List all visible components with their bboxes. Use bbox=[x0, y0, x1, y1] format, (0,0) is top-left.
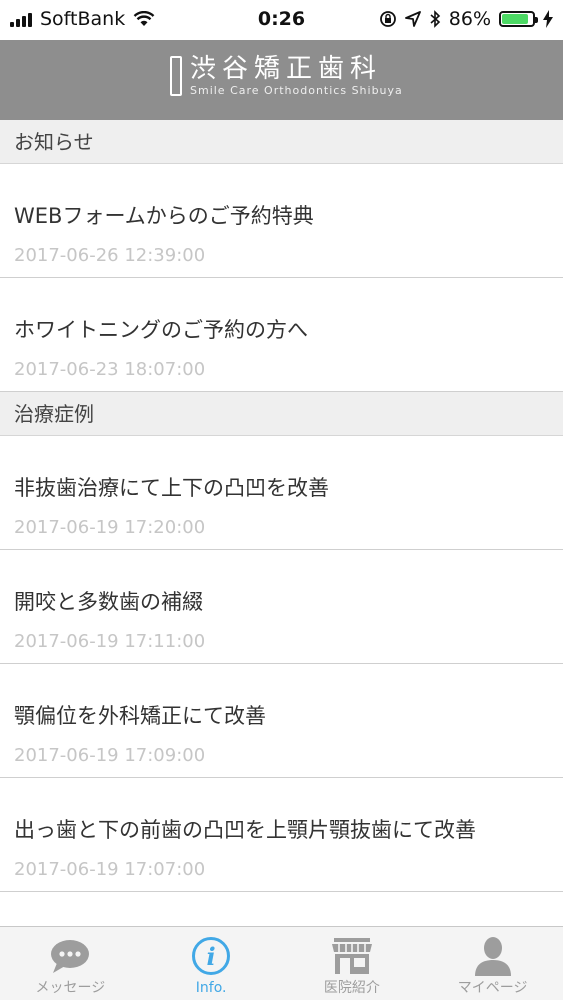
tab-label: マイページ bbox=[457, 980, 528, 996]
item-title: WEBフォームからのご予約特典 bbox=[14, 204, 314, 228]
status-right: 86% bbox=[379, 8, 553, 30]
tab-mypage[interactable]: マイページ bbox=[422, 927, 563, 1000]
battery-percent: 86% bbox=[448, 8, 491, 30]
info-icon: i bbox=[192, 937, 231, 975]
item-date: 2017-06-23 18:07:00 bbox=[14, 359, 206, 380]
item-date: 2017-06-19 17:07:00 bbox=[14, 859, 206, 880]
app-header: 渋谷矯正歯科 Smile Care Orthodontics Shibuya bbox=[0, 40, 563, 120]
svg-text:i: i bbox=[207, 942, 216, 971]
tab-bar: メッセージ i Info. 医院紹介 マイページ bbox=[0, 926, 563, 1000]
status-bar: SoftBank 0:26 86% bbox=[0, 0, 563, 40]
clinic-logo: 渋谷矯正歯科 Smile Care Orthodontics Shibuya bbox=[170, 54, 403, 98]
item-title: 出っ歯と下の前歯の凸凹を上顎片顎抜歯にて改善 bbox=[14, 818, 476, 842]
chat-bubble-icon bbox=[51, 940, 90, 973]
item-title: 開咬と多数歯の補綴 bbox=[14, 590, 203, 614]
info-list[interactable]: お知らせ WEBフォームからのご予約特典 2017-06-26 12:39:00… bbox=[0, 120, 563, 926]
tab-label: 医院紹介 bbox=[323, 980, 380, 996]
item-date: 2017-06-19 17:20:00 bbox=[14, 517, 206, 538]
item-date: 2017-06-26 12:39:00 bbox=[14, 245, 206, 266]
item-title: 非抜歯治療にて上下の凸凹を改善 bbox=[14, 476, 329, 500]
battery-icon bbox=[499, 11, 538, 27]
item-date: 2017-06-19 17:11:00 bbox=[14, 631, 206, 652]
tab-label: メッセージ bbox=[35, 980, 106, 996]
logo-mark-icon bbox=[170, 56, 182, 96]
list-item[interactable]: 顎偏位を外科矯正にて改善 2017-06-19 17:09:00 bbox=[0, 664, 563, 778]
list-item[interactable]: ホワイトニングのご予約の方へ 2017-06-23 18:07:00 bbox=[0, 278, 563, 392]
location-arrow-icon bbox=[404, 11, 421, 27]
orientation-lock-icon bbox=[379, 11, 396, 27]
logo-title: 渋谷矯正歯科 bbox=[190, 54, 383, 84]
list-item[interactable]: 非抜歯治療にて上下の凸凹を改善 2017-06-19 17:20:00 bbox=[0, 436, 563, 550]
tab-info[interactable]: i Info. bbox=[141, 927, 282, 1000]
list-item[interactable]: 出っ歯と下の前歯の凸凹を上顎片顎抜歯にて改善 2017-06-19 17:07:… bbox=[0, 778, 563, 892]
store-icon bbox=[331, 938, 372, 974]
logo-subtitle: Smile Care Orthodontics Shibuya bbox=[190, 84, 403, 97]
tab-messages[interactable]: メッセージ bbox=[0, 927, 141, 1000]
bluetooth-icon bbox=[430, 10, 440, 28]
section-header-news: お知らせ bbox=[0, 120, 563, 164]
battery-level bbox=[502, 14, 528, 24]
logo-text: 渋谷矯正歯科 Smile Care Orthodontics Shibuya bbox=[190, 54, 403, 98]
tab-clinic[interactable]: 医院紹介 bbox=[282, 927, 423, 1000]
item-date: 2017-06-19 17:09:00 bbox=[14, 745, 206, 766]
app-screen: SoftBank 0:26 86% 渋谷矯正歯科 Smile Care Orth… bbox=[0, 0, 563, 1000]
list-item[interactable]: WEBフォームからのご予約特典 2017-06-26 12:39:00 bbox=[0, 164, 563, 278]
section-header-cases: 治療症例 bbox=[0, 392, 563, 436]
charging-bolt-icon bbox=[543, 10, 553, 28]
item-title: 顎偏位を外科矯正にて改善 bbox=[14, 704, 266, 728]
list-item[interactable]: 開咬と多数歯の補綴 2017-06-19 17:11:00 bbox=[0, 550, 563, 664]
tab-label: Info. bbox=[195, 980, 227, 996]
person-icon bbox=[474, 937, 511, 976]
item-title: ホワイトニングのご予約の方へ bbox=[14, 318, 308, 342]
